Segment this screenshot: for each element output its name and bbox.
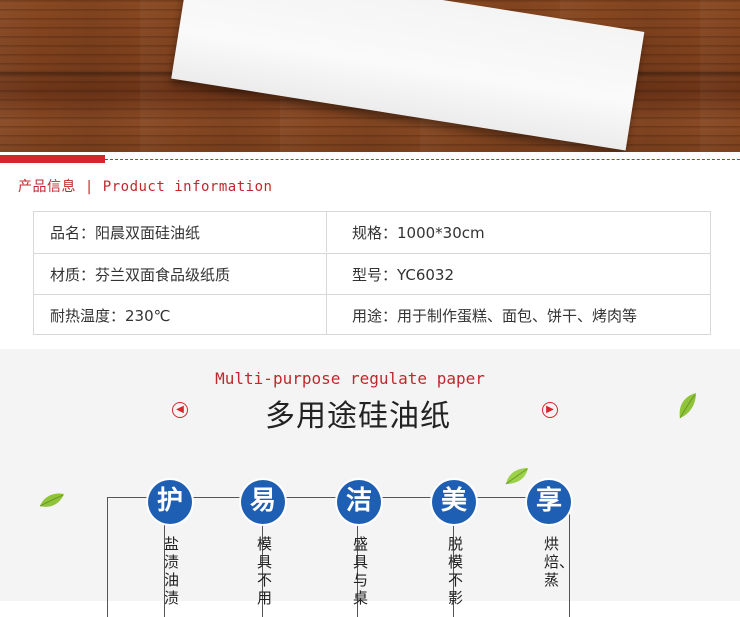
- info-usage: 用途：用于制作蛋糕、面包、饼干、烤肉等: [352, 307, 638, 325]
- chevron-right-icon[interactable]: ▶: [542, 402, 558, 418]
- feature-text: 盛具与桌: [353, 535, 369, 607]
- info-material: 材质：芬兰双面食品级纸质: [50, 266, 231, 284]
- feature-text: 脱模不影: [448, 535, 464, 607]
- table-row: 耐热温度：230℃ 用途：用于制作蛋糕、面包、饼干、烤肉等: [34, 294, 710, 335]
- leaf-icon: [679, 393, 696, 419]
- feature-badge-easy: 易: [241, 480, 285, 524]
- leaf-icon: [505, 468, 528, 485]
- feature-text: 盐渍油渍: [164, 535, 180, 607]
- parchment-paper-sheet: [171, 0, 645, 151]
- table-row: 材质：芬兰双面食品级纸质 型号：YC6032: [34, 253, 710, 294]
- wood-banner-image: [0, 0, 740, 152]
- purpose-subtitle: Multi-purpose regulate paper: [215, 369, 485, 388]
- info-model: 型号：YC6032: [352, 266, 454, 284]
- purpose-title: 多用途硅油纸: [265, 399, 451, 434]
- info-spec: 规格：1000*30cm: [352, 224, 485, 242]
- info-heat: 耐热温度：230℃: [50, 307, 171, 325]
- feature-badge-beauty: 美: [432, 480, 476, 524]
- product-info-table: 品名：阳晨双面硅油纸 规格：1000*30cm 材质：芬兰双面食品级纸质 型号：…: [33, 211, 711, 335]
- feature-badge-protect: 护: [148, 480, 192, 524]
- feature-badge-clean: 洁: [337, 480, 381, 524]
- section-title: 产品信息 | Product information: [18, 179, 273, 195]
- feature-text: 烘焙、蒸: [544, 535, 575, 589]
- info-name: 品名：阳晨双面硅油纸: [50, 224, 201, 242]
- red-dashed-divider: [105, 159, 740, 160]
- feature-badge-enjoy: 享: [527, 480, 571, 524]
- leaf-icon: [39, 493, 64, 507]
- red-accent-bar: [0, 155, 105, 163]
- table-row: 品名：阳晨双面硅油纸 规格：1000*30cm: [34, 212, 710, 252]
- feature-text: 模具不用: [257, 535, 273, 607]
- chevron-left-icon[interactable]: ◀: [172, 402, 188, 418]
